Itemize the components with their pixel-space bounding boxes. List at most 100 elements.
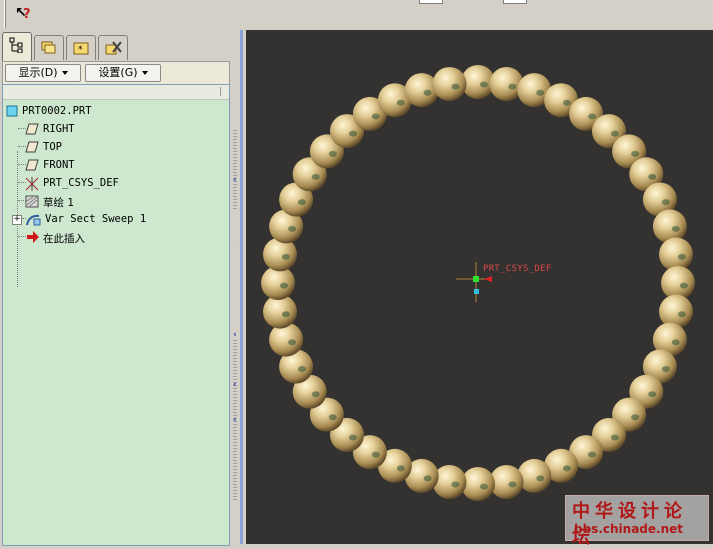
datum-plane-icon bbox=[25, 141, 39, 153]
bead-speckle bbox=[451, 481, 460, 488]
bead-speckle bbox=[396, 99, 405, 106]
bead-speckle bbox=[588, 451, 597, 458]
bead-speckle bbox=[679, 282, 688, 289]
settings-dropdown-label: 设置(G) bbox=[98, 66, 138, 79]
tab-model-tree[interactable] bbox=[2, 32, 32, 61]
bead-speckle bbox=[349, 130, 357, 137]
display-dropdown[interactable]: 显示(D) bbox=[5, 64, 81, 82]
tree-item-csys[interactable]: PRT_CSYS_DEF bbox=[3, 175, 223, 193]
bead-speckle bbox=[349, 434, 357, 441]
tree-item-label: Var Sect Sweep 1 bbox=[45, 213, 147, 225]
datum-plane-icon bbox=[25, 123, 39, 135]
tree-item-label: TOP bbox=[43, 141, 62, 153]
tree-item-right[interactable]: RIGHT bbox=[3, 121, 223, 139]
csys-origin-icon bbox=[473, 276, 479, 282]
tree-item-label: FRONT bbox=[43, 159, 75, 171]
datum-plane-icon bbox=[25, 159, 39, 171]
folder-browser-icon bbox=[41, 41, 56, 54]
collapse-left-icon[interactable]: ‹ bbox=[233, 330, 237, 340]
bead-speckle bbox=[671, 225, 680, 232]
toolbar-button-edge[interactable] bbox=[419, 0, 443, 4]
bead bbox=[652, 209, 687, 244]
bead-speckle bbox=[631, 414, 640, 421]
column-resize-handle[interactable] bbox=[220, 87, 227, 96]
bead-speckle bbox=[288, 225, 297, 232]
panel-splitter[interactable]: ‹ › ‹ ‹ ‹ bbox=[232, 30, 246, 544]
bead-speckle bbox=[311, 173, 320, 180]
collapse-left-icon[interactable]: ‹ bbox=[233, 380, 237, 390]
bead-speckle bbox=[298, 366, 306, 372]
chevron-down-icon bbox=[61, 71, 68, 75]
tree-item-sweep[interactable]: Var Sect Sweep 1 bbox=[3, 211, 223, 229]
model-tree: PRT0002.PRT RIGHT TOP FRONT PRT_CSYS_DEF… bbox=[2, 84, 230, 546]
tree-item-top[interactable]: TOP bbox=[3, 139, 223, 157]
bead-speckle bbox=[661, 366, 670, 372]
bead-speckle bbox=[536, 89, 545, 96]
sketch-icon bbox=[25, 195, 39, 208]
tree-item-label: PRT_CSYS_DEF bbox=[43, 177, 119, 189]
tree-item-insert-here[interactable]: 在此插入 bbox=[3, 229, 223, 247]
splitter-line bbox=[240, 30, 243, 544]
bead-speckle bbox=[298, 199, 306, 206]
bead-speckle bbox=[328, 150, 337, 157]
splitter-grip[interactable] bbox=[233, 130, 237, 210]
navigator-tabs: * bbox=[2, 32, 230, 61]
bead bbox=[269, 322, 304, 357]
site-watermark: 中华设计论坛 bbs.chinade.net bbox=[565, 495, 709, 548]
tree-item-label: 草绘 1 bbox=[43, 197, 75, 209]
model-tree-icon bbox=[9, 37, 23, 53]
toolbar-separator bbox=[4, 0, 6, 28]
bead-speckle bbox=[328, 414, 337, 421]
graphics-viewport[interactable]: PRT_CSYS_DEF bbox=[246, 30, 713, 544]
csys-arrow-icon bbox=[484, 276, 492, 282]
tree-column-header[interactable] bbox=[3, 85, 229, 100]
bead-group bbox=[261, 65, 695, 501]
sweep-feature-icon bbox=[26, 214, 41, 226]
bead-ring-model[interactable] bbox=[246, 30, 713, 544]
bead-speckle bbox=[423, 89, 432, 96]
bead-speckle bbox=[288, 339, 297, 346]
tree-root-item[interactable]: PRT0002.PRT bbox=[3, 103, 223, 121]
tab-folder-browser[interactable] bbox=[34, 35, 64, 60]
bead bbox=[432, 67, 467, 101]
bead-speckle bbox=[396, 465, 405, 472]
bead-speckle bbox=[508, 481, 517, 488]
tab-favorites[interactable]: * bbox=[66, 35, 96, 60]
csys-axis-icon bbox=[474, 289, 479, 294]
tree-item-front[interactable]: FRONT bbox=[3, 157, 223, 175]
csys-label: PRT_CSYS_DEF bbox=[483, 264, 552, 274]
bead-speckle bbox=[536, 475, 545, 482]
tab-connections[interactable] bbox=[98, 35, 128, 60]
chevron-down-icon bbox=[141, 71, 148, 75]
bead bbox=[659, 294, 693, 329]
favorites-icon: * bbox=[73, 42, 89, 55]
bead-speckle bbox=[371, 113, 380, 120]
bead-speckle bbox=[677, 253, 686, 260]
tree-item-label: 在此插入 bbox=[43, 233, 85, 245]
bead-speckle bbox=[280, 282, 288, 289]
top-toolbar: ↖ ? bbox=[0, 0, 713, 31]
bead bbox=[263, 237, 297, 272]
bead-speckle bbox=[282, 311, 290, 318]
context-help-button[interactable]: ↖ ? bbox=[15, 5, 37, 26]
part-icon bbox=[6, 105, 18, 117]
display-dropdown-label: 显示(D) bbox=[18, 66, 58, 79]
insert-here-arrow-icon bbox=[27, 231, 39, 243]
bead-speckle bbox=[479, 81, 488, 88]
bead-speckle bbox=[282, 253, 290, 260]
bead-speckle bbox=[311, 391, 320, 398]
bead-speckle bbox=[371, 451, 380, 458]
tree-button-bar: 显示(D) 设置(G) bbox=[2, 61, 230, 85]
collapse-left-icon[interactable]: ‹ bbox=[233, 415, 237, 425]
tree-item-label: RIGHT bbox=[43, 123, 75, 135]
bead-speckle bbox=[451, 83, 460, 90]
bead-speckle bbox=[508, 83, 517, 90]
tree-item-sketch[interactable]: 草绘 1 bbox=[3, 193, 223, 211]
connections-icon bbox=[105, 41, 122, 55]
collapse-left-icon[interactable]: ‹ bbox=[233, 175, 237, 185]
toolbar-button-edge[interactable] bbox=[503, 0, 527, 4]
question-mark-icon: ? bbox=[23, 7, 31, 22]
settings-dropdown[interactable]: 设置(G) bbox=[85, 64, 161, 82]
bead-speckle bbox=[677, 311, 686, 318]
bead-speckle bbox=[563, 99, 571, 106]
